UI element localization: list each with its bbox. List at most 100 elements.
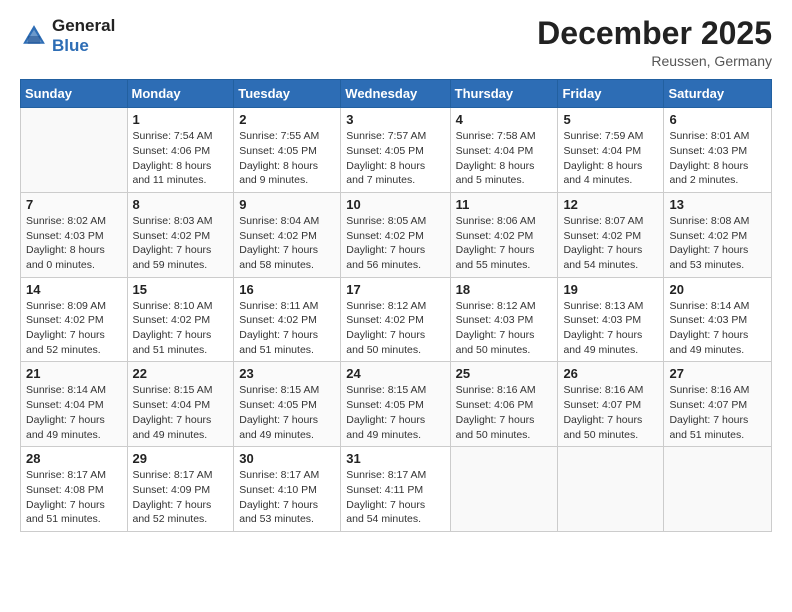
- day-info: Sunrise: 8:03 AMSunset: 4:02 PMDaylight:…: [133, 214, 229, 273]
- day-cell: 29Sunrise: 8:17 AMSunset: 4:09 PMDayligh…: [127, 447, 234, 532]
- calendar-table: SundayMondayTuesdayWednesdayThursdayFrid…: [20, 79, 772, 532]
- day-info: Sunrise: 8:13 AMSunset: 4:03 PMDaylight:…: [563, 299, 658, 358]
- day-number: 7: [26, 197, 122, 212]
- day-number: 21: [26, 366, 122, 381]
- day-cell: 19Sunrise: 8:13 AMSunset: 4:03 PMDayligh…: [558, 277, 664, 362]
- day-info: Sunrise: 7:58 AMSunset: 4:04 PMDaylight:…: [456, 129, 553, 188]
- day-number: 2: [239, 112, 335, 127]
- day-number: 4: [456, 112, 553, 127]
- week-row-5: 28Sunrise: 8:17 AMSunset: 4:08 PMDayligh…: [21, 447, 772, 532]
- day-cell: 11 Sunrise: 8:06 AMSunset: 4:02 PMDayligh…: [450, 192, 558, 277]
- day-number: 13: [669, 197, 766, 212]
- day-number: 20: [669, 282, 766, 297]
- weekday-header-wednesday: Wednesday: [341, 80, 450, 108]
- weekday-header-tuesday: Tuesday: [234, 80, 341, 108]
- day-cell: 27Sunrise: 8:16 AMSunset: 4:07 PMDayligh…: [664, 362, 772, 447]
- day-cell: 24Sunrise: 8:15 AMSunset: 4:05 PMDayligh…: [341, 362, 450, 447]
- day-cell: 3 Sunrise: 7:57 AMSunset: 4:05 PMDaylight…: [341, 108, 450, 193]
- day-cell: 14 Sunrise: 8:09 AMSunset: 4:02 PMDayligh…: [21, 277, 128, 362]
- day-info: Sunrise: 8:16 AMSunset: 4:07 PMDaylight:…: [563, 383, 658, 442]
- logo: General Blue: [20, 16, 115, 55]
- day-cell: 30 Sunrise: 8:17 AMSunset: 4:10 PMDayligh…: [234, 447, 341, 532]
- day-number: 12: [563, 197, 658, 212]
- day-info: Sunrise: 8:17 AMSunset: 4:11 PMDaylight:…: [346, 468, 444, 527]
- day-cell: [450, 447, 558, 532]
- day-cell: 25 Sunrise: 8:16 AMSunset: 4:06 PMDayligh…: [450, 362, 558, 447]
- day-info: Sunrise: 7:55 AMSunset: 4:05 PMDaylight:…: [239, 129, 335, 188]
- day-info: Sunrise: 8:15 AMSunset: 4:05 PMDaylight:…: [239, 383, 335, 442]
- day-number: 3: [346, 112, 444, 127]
- day-number: 30: [239, 451, 335, 466]
- day-number: 24: [346, 366, 444, 381]
- day-number: 25: [456, 366, 553, 381]
- day-cell: 6 Sunrise: 8:01 AMSunset: 4:03 PMDaylight…: [664, 108, 772, 193]
- day-info: Sunrise: 8:17 AMSunset: 4:10 PMDaylight:…: [239, 468, 335, 527]
- day-info: Sunrise: 7:59 AMSunset: 4:04 PMDaylight:…: [563, 129, 658, 188]
- day-info: Sunrise: 8:12 AMSunset: 4:03 PMDaylight:…: [456, 299, 553, 358]
- day-info: Sunrise: 8:10 AMSunset: 4:02 PMDaylight:…: [133, 299, 229, 358]
- day-info: Sunrise: 8:16 AMSunset: 4:06 PMDaylight:…: [456, 383, 553, 442]
- day-info: Sunrise: 8:08 AMSunset: 4:02 PMDaylight:…: [669, 214, 766, 273]
- day-info: Sunrise: 8:14 AMSunset: 4:04 PMDaylight:…: [26, 383, 122, 442]
- day-info: Sunrise: 7:54 AMSunset: 4:06 PMDaylight:…: [133, 129, 229, 188]
- day-cell: 16 Sunrise: 8:11 AMSunset: 4:02 PMDayligh…: [234, 277, 341, 362]
- day-cell: 17 Sunrise: 8:12 AMSunset: 4:02 PMDayligh…: [341, 277, 450, 362]
- day-cell: 28Sunrise: 8:17 AMSunset: 4:08 PMDayligh…: [21, 447, 128, 532]
- day-cell: 18 Sunrise: 8:12 AMSunset: 4:03 PMDayligh…: [450, 277, 558, 362]
- day-number: 1: [133, 112, 229, 127]
- day-cell: 10 Sunrise: 8:05 AMSunset: 4:02 PMDayligh…: [341, 192, 450, 277]
- day-number: 28: [26, 451, 122, 466]
- day-info: Sunrise: 8:02 AMSunset: 4:03 PMDaylight:…: [26, 214, 122, 273]
- day-cell: [21, 108, 128, 193]
- day-info: Sunrise: 8:01 AMSunset: 4:03 PMDaylight:…: [669, 129, 766, 188]
- day-number: 15: [133, 282, 229, 297]
- week-row-4: 21 Sunrise: 8:14 AMSunset: 4:04 PMDayligh…: [21, 362, 772, 447]
- weekday-header-thursday: Thursday: [450, 80, 558, 108]
- day-number: 14: [26, 282, 122, 297]
- week-row-3: 14 Sunrise: 8:09 AMSunset: 4:02 PMDayligh…: [21, 277, 772, 362]
- weekday-header-saturday: Saturday: [664, 80, 772, 108]
- month-title: December 2025: [537, 16, 772, 51]
- day-cell: 2 Sunrise: 7:55 AMSunset: 4:05 PMDaylight…: [234, 108, 341, 193]
- weekday-header-friday: Friday: [558, 80, 664, 108]
- day-cell: 5Sunrise: 7:59 AMSunset: 4:04 PMDaylight…: [558, 108, 664, 193]
- weekday-header-row: SundayMondayTuesdayWednesdayThursdayFrid…: [21, 80, 772, 108]
- day-number: 17: [346, 282, 444, 297]
- day-number: 9: [239, 197, 335, 212]
- day-number: 16: [239, 282, 335, 297]
- day-info: Sunrise: 7:57 AMSunset: 4:05 PMDaylight:…: [346, 129, 444, 188]
- day-cell: [664, 447, 772, 532]
- day-info: Sunrise: 8:07 AMSunset: 4:02 PMDaylight:…: [563, 214, 658, 273]
- day-cell: 22Sunrise: 8:15 AMSunset: 4:04 PMDayligh…: [127, 362, 234, 447]
- day-number: 18: [456, 282, 553, 297]
- day-info: Sunrise: 8:06 AMSunset: 4:02 PMDaylight:…: [456, 214, 553, 273]
- day-info: Sunrise: 8:12 AMSunset: 4:02 PMDaylight:…: [346, 299, 444, 358]
- day-cell: 1 Sunrise: 7:54 AMSunset: 4:06 PMDaylight…: [127, 108, 234, 193]
- day-cell: 15 Sunrise: 8:10 AMSunset: 4:02 PMDayligh…: [127, 277, 234, 362]
- day-info: Sunrise: 8:09 AMSunset: 4:02 PMDaylight:…: [26, 299, 122, 358]
- day-number: 23: [239, 366, 335, 381]
- weekday-header-sunday: Sunday: [21, 80, 128, 108]
- title-block: December 2025 Reussen, Germany: [537, 16, 772, 69]
- day-info: Sunrise: 8:11 AMSunset: 4:02 PMDaylight:…: [239, 299, 335, 358]
- week-row-1: 1 Sunrise: 7:54 AMSunset: 4:06 PMDaylight…: [21, 108, 772, 193]
- day-info: Sunrise: 8:17 AMSunset: 4:09 PMDaylight:…: [133, 468, 229, 527]
- day-number: 6: [669, 112, 766, 127]
- day-cell: 20Sunrise: 8:14 AMSunset: 4:03 PMDayligh…: [664, 277, 772, 362]
- page: General Blue December 2025 Reussen, Germ…: [0, 0, 792, 612]
- day-cell: 12 Sunrise: 8:07 AMSunset: 4:02 PMDayligh…: [558, 192, 664, 277]
- day-number: 27: [669, 366, 766, 381]
- logo-icon: [20, 22, 48, 50]
- day-number: 10: [346, 197, 444, 212]
- day-cell: [558, 447, 664, 532]
- day-cell: 31 Sunrise: 8:17 AMSunset: 4:11 PMDayligh…: [341, 447, 450, 532]
- day-info: Sunrise: 8:04 AMSunset: 4:02 PMDaylight:…: [239, 214, 335, 273]
- day-number: 31: [346, 451, 444, 466]
- day-cell: 9 Sunrise: 8:04 AMSunset: 4:02 PMDaylight…: [234, 192, 341, 277]
- day-cell: 13 Sunrise: 8:08 AMSunset: 4:02 PMDayligh…: [664, 192, 772, 277]
- day-number: 26: [563, 366, 658, 381]
- day-info: Sunrise: 8:05 AMSunset: 4:02 PMDaylight:…: [346, 214, 444, 273]
- day-number: 11: [456, 197, 553, 212]
- day-info: Sunrise: 8:15 AMSunset: 4:04 PMDaylight:…: [133, 383, 229, 442]
- day-cell: 4 Sunrise: 7:58 AMSunset: 4:04 PMDaylight…: [450, 108, 558, 193]
